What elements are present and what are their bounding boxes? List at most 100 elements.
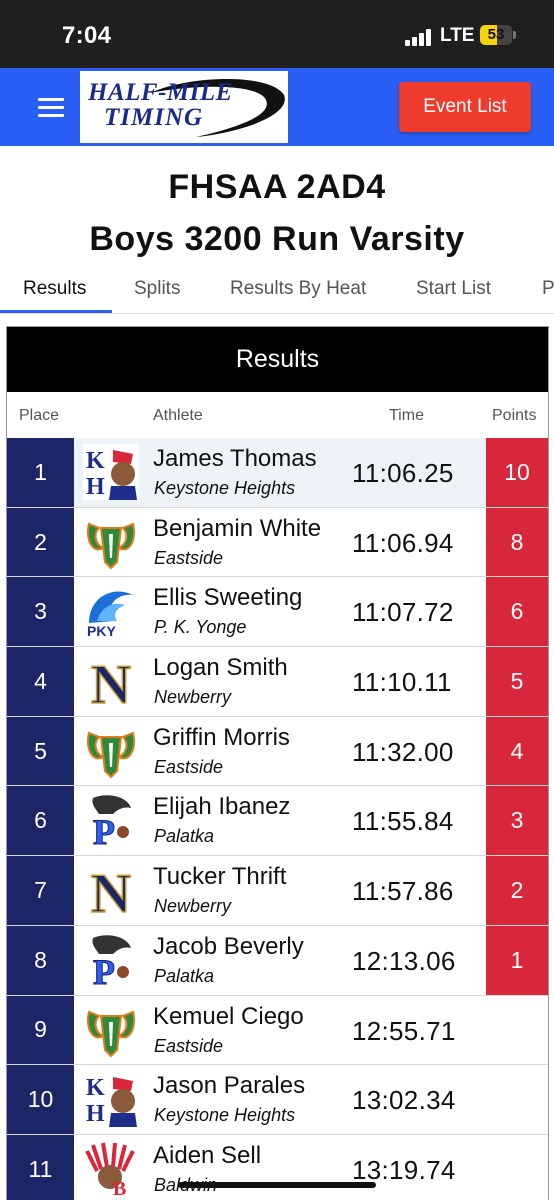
tab-truncated[interactable]: P <box>542 278 554 300</box>
time-cell: 11:06.94 <box>352 527 454 558</box>
athlete-team[interactable]: Eastside <box>154 548 223 569</box>
points-cell: 8 <box>486 507 548 577</box>
athlete-name[interactable]: Elijah Ibanez <box>153 793 290 821</box>
logo-text-line2: TIMING <box>104 104 204 131</box>
newberry-n-logo-icon: N <box>83 862 139 926</box>
svg-text:B: B <box>113 1178 126 1197</box>
athlete-name[interactable]: Ellis Sweeting <box>153 584 302 612</box>
time-cell: 12:55.71 <box>352 1015 456 1046</box>
table-row[interactable]: 9 Kemuel Ciego Eastside 12:55.71 <box>7 995 548 1066</box>
time-cell: 11:55.84 <box>352 806 454 837</box>
place-cell: 6 <box>7 786 74 856</box>
tab-results[interactable]: Results <box>23 278 86 300</box>
status-bar: 7:04 LTE 53 <box>0 0 554 68</box>
table-row[interactable]: 2 Benjamin White Eastside 11:06.94 8 <box>7 507 548 578</box>
athlete-team[interactable]: Keystone Heights <box>154 1105 295 1126</box>
svg-text:P: P <box>93 812 115 848</box>
athlete-name[interactable]: Jacob Beverly <box>153 933 304 961</box>
athlete-team[interactable]: Newberry <box>154 896 231 917</box>
battery-icon: 53 <box>480 25 512 45</box>
time-cell: 12:13.06 <box>352 945 456 976</box>
place-cell: 7 <box>7 856 74 925</box>
svg-text:H: H <box>86 1101 105 1127</box>
athlete-name[interactable]: Logan Smith <box>153 654 288 682</box>
athlete-team[interactable]: Palatka <box>154 826 214 847</box>
table-row[interactable]: 5 Griffin Morris Eastside 11:32.00 4 <box>7 716 548 787</box>
time-cell: 11:10.11 <box>352 667 452 698</box>
tab-splits[interactable]: Splits <box>134 278 180 300</box>
tab-results-by-heat[interactable]: Results By Heat <box>230 278 366 300</box>
palatka-panther-logo-icon: P <box>83 931 139 992</box>
place-cell: 3 <box>7 577 74 647</box>
column-header-points[interactable]: Points <box>492 407 536 425</box>
app-header: HALF-MILE TIMING Event List <box>0 68 554 146</box>
svg-text:PKY: PKY <box>87 623 116 639</box>
palatka-panther-logo-icon: P <box>83 792 139 853</box>
athlete-name[interactable]: Jason Parales <box>153 1072 305 1100</box>
athlete-name[interactable]: James Thomas <box>153 445 317 473</box>
athlete-name[interactable]: Aiden Sell <box>153 1142 261 1170</box>
points-cell: 10 <box>486 438 548 507</box>
results-card: Results Place Athlete Time Points 1 K H Jam… <box>6 326 549 1200</box>
place-cell: 2 <box>7 507 74 577</box>
athlete-team[interactable]: Newberry <box>154 687 231 708</box>
points-cell: 1 <box>486 925 548 995</box>
tab-start-list[interactable]: Start List <box>416 278 491 300</box>
table-row[interactable]: 8 P Jacob Beverly Palatka 12:13.06 1 <box>7 925 548 996</box>
place-cell: 5 <box>7 716 74 786</box>
column-header-time[interactable]: Time <box>389 407 424 425</box>
table-row[interactable]: 3 PKY Ellis Sweeting P. K. Yonge 11:07.72 6 <box>7 577 548 648</box>
athlete-team[interactable]: Palatka <box>154 966 214 987</box>
athlete-name[interactable]: Griffin Morris <box>153 724 290 752</box>
athlete-team[interactable]: Eastside <box>154 1036 223 1057</box>
column-header-place[interactable]: Place <box>19 407 59 425</box>
athlete-name[interactable]: Tucker Thrift <box>153 863 286 891</box>
table-row[interactable]: 7 N Tucker Thrift Newberry 11:57.86 2 <box>7 856 548 926</box>
network-type: LTE <box>440 25 475 46</box>
menu-icon[interactable] <box>38 98 64 118</box>
table-row[interactable]: 11BAiden SellBaldwin13:19.74 <box>7 1134 548 1200</box>
results-heading: Results <box>7 327 548 392</box>
newberry-n-logo-icon: N <box>83 653 139 717</box>
athlete-team[interactable]: P. K. Yonge <box>154 617 246 638</box>
athlete-name[interactable]: Benjamin White <box>153 515 321 543</box>
baldwin-indian-logo-icon: B <box>83 1140 139 1200</box>
table-row[interactable]: 1 K H James Thomas Keystone Heights 11:06.25 1… <box>7 438 548 508</box>
kh-logo-icon: KH <box>83 444 139 500</box>
athlete-team[interactable]: Keystone Heights <box>154 478 295 499</box>
ram-logo-icon <box>83 1001 139 1058</box>
battery-percent: 53 <box>487 26 505 43</box>
time-cell: 13:02.34 <box>352 1085 456 1116</box>
points-cell: 5 <box>486 647 548 716</box>
table-row[interactable]: 4 N Logan Smith Newberry 11:10.11 5 <box>7 647 548 717</box>
tab-bar: Results Splits Results By Heat Start Lis… <box>0 270 554 314</box>
place-cell: 8 <box>7 925 74 995</box>
pky-wave-logo-icon: PKY <box>83 583 139 640</box>
place-cell: 9 <box>7 995 74 1065</box>
place-cell: 10 <box>7 1065 74 1134</box>
logo-text-line1: HALF-MILE <box>88 79 233 106</box>
athlete-team[interactable]: Eastside <box>154 757 223 778</box>
half-mile-timing-logo[interactable]: HALF-MILE TIMING <box>80 71 288 143</box>
meet-title: FHSAA 2AD4 <box>168 168 386 206</box>
table-row[interactable]: 6 P Elijah Ibanez Palatka 11:55.84 3 <box>7 786 548 857</box>
svg-text:K: K <box>86 1075 105 1101</box>
results-table: 1 K H James Thomas Keystone Heights 11:06.25 1… <box>7 438 548 1200</box>
svg-text:P: P <box>93 952 115 988</box>
svg-text:K: K <box>86 448 105 474</box>
event-title: Boys 3200 Run Varsity <box>89 220 465 258</box>
event-list-button[interactable]: Event List <box>399 82 531 132</box>
home-indicator[interactable] <box>178 1182 376 1188</box>
place-cell: 4 <box>7 647 74 716</box>
table-row[interactable]: 10 K H Jason Parales Keystone Heights 13:02.3… <box>7 1065 548 1135</box>
place-cell: 11 <box>7 1134 74 1200</box>
athlete-name[interactable]: Kemuel Ciego <box>153 1003 304 1031</box>
points-cell: 2 <box>486 856 548 925</box>
ram-logo-icon <box>83 513 139 570</box>
svg-text:H: H <box>86 474 105 500</box>
status-time: 7:04 <box>62 22 112 49</box>
cell-signal-icon <box>405 28 433 46</box>
column-header-athlete[interactable]: Athlete <box>153 407 203 425</box>
time-cell: 11:32.00 <box>352 736 454 767</box>
kh-logo-icon: KH <box>83 1071 139 1128</box>
